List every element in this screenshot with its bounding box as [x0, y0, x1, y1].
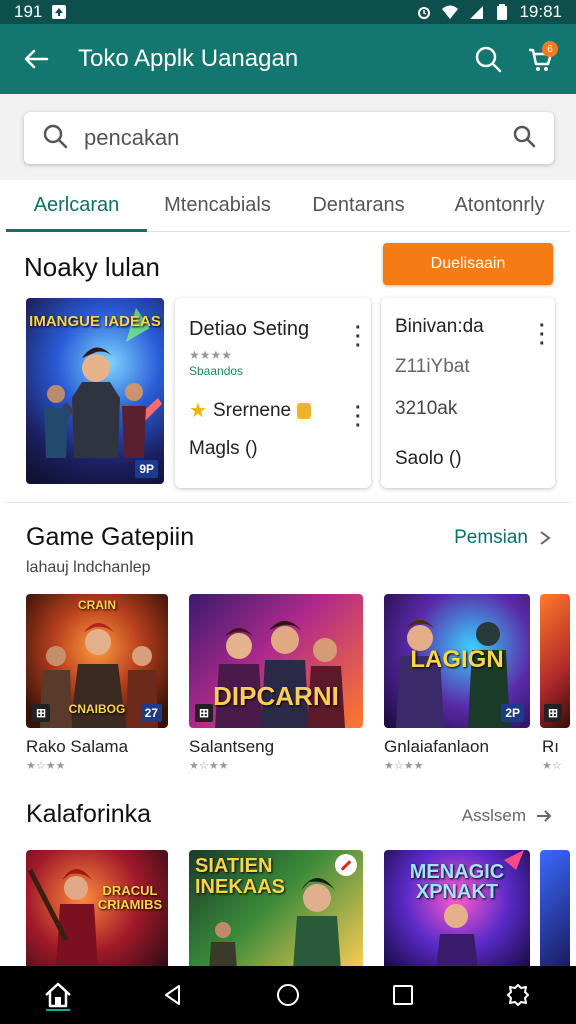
card1-rating: ★★★★	[189, 348, 233, 362]
alarm-icon	[415, 3, 433, 21]
card2-line4: Saolo ()	[395, 448, 462, 469]
section2-see-all-label: Pemsian	[454, 527, 528, 548]
card2-line2: Z11iYbat	[395, 356, 470, 377]
tab-aerlcaran[interactable]: Aerlcaran	[6, 180, 147, 232]
back-triangle-icon	[164, 985, 180, 1005]
signal-icon	[467, 3, 485, 21]
app-bar: Toko Applk Uanagan 6	[0, 24, 576, 94]
featured-title: Noaky lulan	[24, 252, 160, 282]
cart-button[interactable]: 6	[520, 39, 560, 79]
home-icon	[44, 982, 71, 1011]
game2-rating: ★☆★★	[189, 760, 229, 772]
game1-top-caption: CRAIN	[78, 598, 116, 612]
search-bar[interactable]	[24, 112, 554, 164]
coin-icon	[297, 402, 312, 419]
notification-icon	[50, 3, 68, 21]
battery-icon	[493, 3, 511, 21]
game3-caption: LAGIGN	[410, 646, 504, 673]
section3-poster-2[interactable]: SIATIEN INEKAAS	[189, 850, 363, 966]
arrow-right-icon	[537, 810, 552, 822]
section3-poster2-caption: SIATIEN INEKAAS	[195, 855, 286, 898]
card1-line3: Magls ()	[189, 438, 258, 459]
star-icon: ★	[189, 400, 207, 422]
section2-title: Game Gatepiin	[26, 523, 195, 551]
search-button[interactable]	[468, 39, 508, 79]
search-submit-icon[interactable]	[512, 124, 536, 153]
game3-corner: 2P	[501, 704, 524, 722]
game1-corner: 27	[140, 704, 162, 722]
card2-line1: Binivan:da	[395, 316, 484, 337]
circle-icon	[276, 984, 299, 1006]
recents-button[interactable]	[378, 970, 428, 1020]
section3-poster-4[interactable]	[540, 850, 570, 966]
section3-poster-3[interactable]: MENAGIC XPNAKT	[384, 850, 530, 966]
status-time-left: 191	[14, 2, 43, 21]
featured-card-2[interactable]: Binivan:da · · · Z11iYbat 3210ak Saolo ()	[381, 298, 555, 488]
game1-rating: ★☆★★	[26, 760, 66, 772]
section3-see-all[interactable]: Asslsem	[462, 806, 552, 826]
poster-age-badge: 9P	[135, 460, 158, 478]
game4-name: Rı	[542, 737, 559, 756]
game1-name: Rako Salama	[26, 737, 129, 756]
kalaforinka-section: Kalaforinka Asslsem DRACUL CRIAMIBS SIAT…	[6, 786, 570, 966]
card1-line2-text: Srernene	[212, 399, 292, 421]
assistant-button[interactable]	[493, 970, 543, 1020]
section3-poster-1[interactable]: DRACUL CRIAMIBS	[26, 850, 168, 966]
game4-rating: ★☆	[542, 760, 562, 772]
section3-poster1-caption: DRACUL CRIAMIBS	[97, 883, 163, 913]
game1-badge-icon: ⊞	[32, 704, 51, 722]
chevron-right-icon	[540, 531, 551, 545]
card1-more-icon-2[interactable]: · · ·	[355, 398, 362, 436]
featured-card-1[interactable]: Detiao Seting · · · ★★★★ Sbaandos ★ Srerne…	[175, 298, 371, 488]
square-icon	[393, 985, 414, 1005]
game3-name: Gnlaiafanlaon	[384, 737, 489, 756]
search-icon	[42, 123, 68, 154]
game-poster-3[interactable]: LAGIGN 2P	[384, 594, 530, 728]
category-tabs: Aerlcaran Mtencabials Dentarans Atontonr…	[6, 180, 570, 232]
game2-badge-icon: ⊞	[195, 704, 214, 722]
card2-line3: 3210ak	[395, 398, 458, 419]
game-category-section: Game Gatepiin lahauj lndchanlep Pemsian …	[6, 503, 570, 785]
tab-mtencabials[interactable]: Mtencabials	[147, 180, 288, 231]
back-arrow-icon[interactable]	[16, 39, 56, 79]
section2-subtitle: lahauj lndchanlep	[26, 559, 151, 576]
status-time-right: 19:81	[519, 2, 562, 21]
card1-subtitle: Sbaandos	[189, 364, 244, 378]
section3-title: Kalaforinka	[26, 800, 152, 828]
card1-more-icon[interactable]: · · ·	[355, 318, 362, 356]
home-circle-button[interactable]	[263, 970, 313, 1020]
section3-poster3-caption: MENAGIC XPNAKT	[409, 861, 505, 903]
game3-rating: ★☆★★	[384, 760, 424, 772]
assistant-icon	[507, 984, 530, 1006]
card1-title: Detiao Seting	[189, 318, 310, 340]
game4-badge-icon: ⊞	[544, 704, 563, 722]
tab-dentarans[interactable]: Dentarans	[288, 180, 429, 231]
game2-name: Salantseng	[189, 737, 275, 756]
app-title: Toko Applk Uanagan	[78, 45, 299, 72]
card2-more-icon[interactable]: · · ·	[539, 316, 546, 354]
section3-see-all-label: Asslsem	[461, 806, 526, 825]
tab-atontonrly[interactable]: Atontonrly	[429, 180, 570, 231]
card1-line2: ★ Srernene	[189, 398, 312, 423]
game-poster-2[interactable]: DIPCARNI ⊞	[189, 594, 363, 728]
home-button[interactable]	[33, 970, 83, 1020]
search-input[interactable]	[84, 125, 512, 151]
navigation-bar	[0, 966, 576, 1024]
status-bar: 191 19:81	[0, 0, 576, 24]
game2-caption: DIPCARNI	[213, 681, 339, 711]
section3-poster2-pin-icon	[335, 854, 357, 876]
featured-section: Noaky lulan Duelisaain IMANGUE IADEAS 9P…	[6, 232, 570, 502]
featured-game-poster[interactable]: IMANGUE IADEAS 9P	[26, 298, 164, 484]
search-icon	[475, 46, 502, 73]
back-button[interactable]	[148, 970, 198, 1020]
wifi-icon	[441, 3, 459, 21]
featured-action-button[interactable]: Duelisaain	[383, 243, 553, 285]
cart-badge: 6	[542, 41, 558, 57]
poster-caption: IMANGUE IADEAS	[29, 313, 161, 330]
game-poster-1[interactable]: CRAIN CNAIBOG ⊞ 27	[26, 594, 168, 728]
game-poster-4[interactable]: ⊞	[540, 594, 570, 728]
section2-see-all[interactable]: Pemsian	[454, 527, 552, 549]
